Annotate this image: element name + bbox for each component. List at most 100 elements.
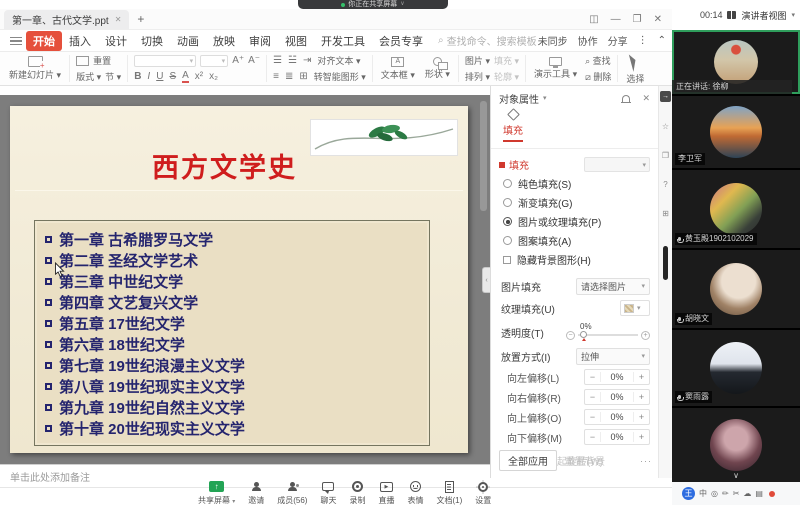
canvas-scrollbar[interactable] [480,101,487,211]
picture-button[interactable]: 图片 ▾ [465,54,490,67]
participant-tile[interactable]: 窦雨露 [672,330,800,408]
stepper-plus-icon[interactable]: + [633,412,649,422]
smart-graphic-button[interactable]: 转智能图形 ▾ [314,70,366,83]
outline-button[interactable]: 轮廓 ▾ [494,70,519,83]
font-color-button[interactable]: A [182,70,189,83]
option-picture-fill[interactable]: 图片或纹理填充(P) [491,212,658,231]
decrease-font-icon[interactable]: A⁻ [248,55,260,66]
superscript-icon[interactable]: x² [195,71,203,82]
stepper-minus-icon[interactable]: − [585,412,601,422]
view-mode-select[interactable]: 演讲者视图 [741,9,786,22]
bell-icon[interactable] [622,95,630,102]
screen-share-banner[interactable]: 你正在共享屏幕 ∨ [298,0,448,9]
section-button[interactable]: 节 ▾ [105,70,121,83]
collapse-ribbon-icon[interactable]: ⌃ [658,35,666,46]
slider-thumb[interactable] [580,331,587,338]
align-text-button[interactable]: 对齐文本 ▾ [317,54,360,67]
slide-title[interactable]: 西方文学史 [152,146,297,185]
panel-toggle-icon[interactable]: → [660,91,671,102]
align-center-icon[interactable]: ≣ [285,71,293,82]
share-screen-button[interactable]: ↑ 共享屏幕 ▾ [198,480,235,505]
placement-select[interactable]: 拉伸▾ [576,348,650,365]
maximize-button[interactable]: ❐ [633,14,642,25]
delete-button[interactable]: ⧄ 删除 [585,70,611,83]
chapter-list-box[interactable]: 第一章 古希腊罗马文学 第二章 圣经文学艺术 第三章 中世纪文学 第四章 文艺复… [34,220,430,446]
menu-membership[interactable]: 会员专享 [372,31,430,51]
transparency-slider[interactable]: 0% − + [566,325,650,340]
font-size-select[interactable]: ▾ [200,55,228,67]
tab-close-icon[interactable]: ✕ [115,15,122,24]
offset-up-stepper[interactable]: − 0% + [584,409,650,425]
share-button[interactable]: 分享 [608,33,628,48]
fill-button[interactable]: 填充 ▾ [494,54,519,67]
shape-button[interactable]: 形状 ▾ [420,52,455,85]
slide[interactable]: 西方文学史 第一章 古希腊罗马文学 第二章 圣经文学艺术 第三章 中世纪文学 第… [10,106,468,453]
option-solid-fill[interactable]: 纯色填充(S) [491,174,658,193]
view-mode-caret[interactable]: ▾ [791,11,795,19]
offset-right-stepper[interactable]: − 0% + [584,389,650,405]
star-icon[interactable]: ☆ [662,122,669,131]
align-left-icon[interactable]: ≡ [273,71,279,82]
invite-button[interactable]: 邀请 [248,480,264,505]
theme-icon[interactable]: ◫ [589,14,598,25]
strip-scroll-pill[interactable] [663,246,668,280]
new-tab-button[interactable]: + [137,12,144,26]
minimize-button[interactable]: — [611,14,621,25]
tab-fill[interactable]: 填充 [503,110,523,142]
help-icon[interactable]: ? [663,180,667,189]
option-gradient-fill[interactable]: 渐变填充(G) [491,193,658,212]
slider-track[interactable] [578,334,638,336]
collaborate-button[interactable]: 协作 [578,33,598,48]
indent-icon[interactable]: ⇥ [303,55,311,66]
subscript-icon[interactable]: x₂ [209,71,218,82]
participant-tile[interactable]: 李卫军 [672,96,800,170]
reset-button[interactable]: 重置 [93,54,111,67]
grid-icon[interactable]: ⊞ [662,209,669,218]
reset-background-button[interactable]: 重置背景 [565,453,605,468]
text-box-button[interactable]: A 文本框 ▾ [376,52,420,85]
emoji-button[interactable]: 表情 [407,480,423,505]
bullet-list-icon[interactable]: ☰ [273,55,282,66]
stepper-minus-icon[interactable]: − [585,372,601,382]
more-menu-icon[interactable]: ⋮ [638,35,648,46]
bold-button[interactable]: B [134,71,141,82]
number-list-icon[interactable]: ☱ [288,55,297,66]
document-button[interactable]: 文档(1) [436,480,462,505]
arrange-button[interactable]: 排列 ▾ [465,70,490,83]
slide-canvas[interactable]: 西方文学史 第一章 古希腊罗马文学 第二章 圣经文学艺术 第三章 中世纪文学 第… [0,95,490,464]
list-icon[interactable]: ▤ [755,489,763,498]
cloud-icon[interactable]: ☁ [743,489,751,498]
menu-view[interactable]: 视图 [278,31,314,51]
participant-tile[interactable]: 黄玉殿1902102029 [672,170,800,250]
apply-all-button[interactable]: 全部应用 [499,450,557,471]
window-icon[interactable]: ❐ [662,151,669,160]
find-button[interactable]: ⌕ 查找 [585,54,611,67]
option-hide-background[interactable]: 隐藏背景图形(H) [491,250,658,269]
increase-font-icon[interactable]: A⁺ [232,55,244,66]
menu-devtools[interactable]: 开发工具 [314,31,372,51]
fill-preset-select[interactable]: ▾ [584,157,650,172]
menu-transition[interactable]: 切换 [134,31,170,51]
slider-plus-icon[interactable]: + [641,331,650,340]
participant-tile[interactable]: ∨ [672,408,800,482]
panel-collapse-handle[interactable]: ‹ [482,267,490,293]
offset-down-stepper[interactable]: − 0% + [584,429,650,445]
props-title-caret[interactable]: ▾ [543,94,547,102]
stepper-plus-icon[interactable]: + [633,372,649,382]
present-tools-button[interactable]: 演示工具 ▾ [529,52,582,85]
file-menu-icon[interactable] [10,37,22,45]
option-pattern-fill[interactable]: 图案填充(A) [491,231,658,250]
picture-fill-select[interactable]: 请选择图片▾ [576,278,650,295]
chat-button[interactable]: 聊天 [320,480,336,505]
target-icon[interactable]: ◎ [711,489,718,498]
italic-button[interactable]: I [147,71,150,82]
ime-indicator[interactable]: 中 [699,488,707,499]
fill-section-header[interactable]: 填充 ▾ [499,157,650,172]
font-family-select[interactable]: ▾ [134,55,196,67]
menu-design[interactable]: 设计 [98,31,134,51]
stepper-plus-icon[interactable]: + [633,392,649,402]
sync-status[interactable]: 未同步 [538,33,568,48]
slider-minus-icon[interactable]: − [566,331,575,340]
underline-button[interactable]: U [156,71,163,82]
columns-icon[interactable]: ⊞ [299,71,307,82]
